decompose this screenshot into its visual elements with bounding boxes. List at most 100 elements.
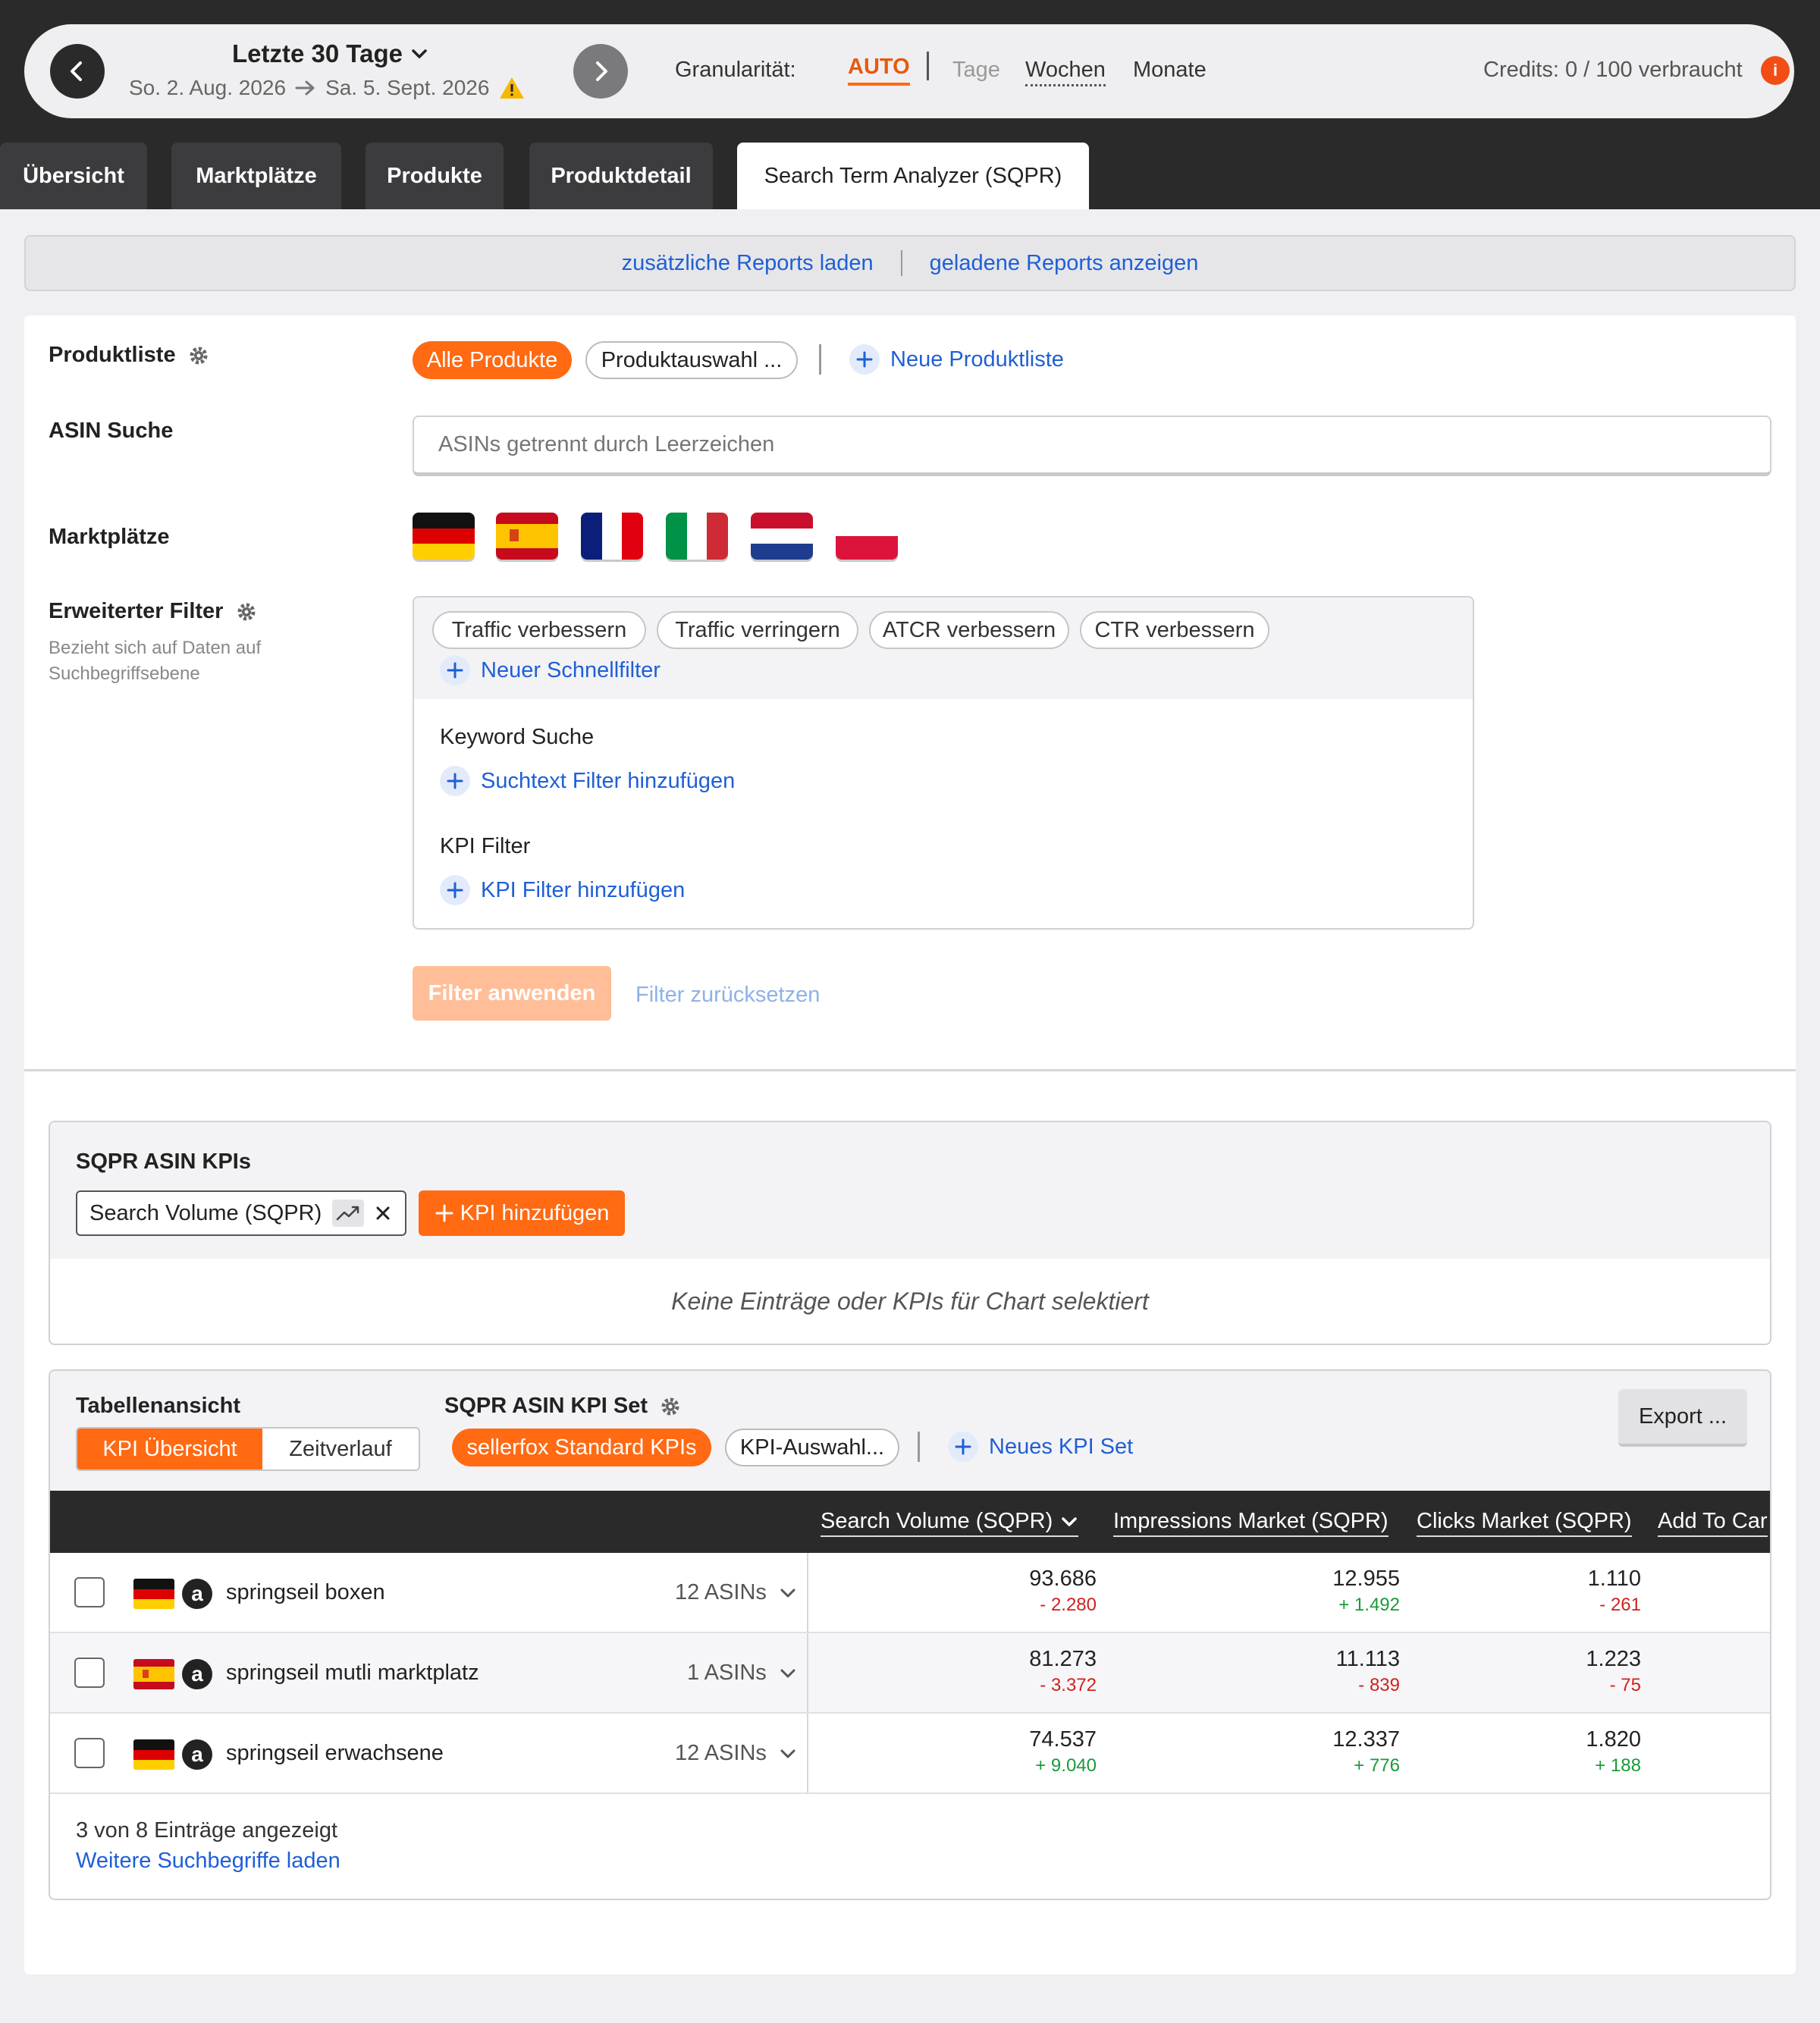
- keyword-search-label: Keyword Suche: [440, 725, 595, 749]
- add-kpi-button[interactable]: KPI hinzufügen: [419, 1190, 625, 1236]
- new-quickfilter-link[interactable]: Neuer Schnellfilter: [440, 655, 661, 685]
- gear-icon[interactable]: [188, 345, 209, 366]
- advanced-filter-label-wrap: Erweiterter Filter: [49, 599, 257, 624]
- kpi-chart-title: SQPR ASIN KPIs: [76, 1150, 251, 1174]
- france-flag-icon: [581, 513, 643, 560]
- granularity-auto[interactable]: AUTO: [848, 55, 910, 86]
- product-select-pill[interactable]: Produktauswahl ...: [585, 341, 798, 379]
- asin-count-toggle[interactable]: 12 ASINs: [675, 1741, 797, 1766]
- impressions-delta: + 776: [1354, 1755, 1400, 1776]
- new-productlist-label: Neue Produktliste: [890, 347, 1064, 372]
- section-divider: [24, 1069, 1796, 1071]
- granularity-separator: [927, 52, 929, 80]
- chevron-down-icon: [780, 1669, 795, 1677]
- search-volume-cell: 81.273 - 3.372: [1029, 1647, 1097, 1696]
- view-kpi-overview[interactable]: KPI Übersicht: [77, 1429, 262, 1469]
- tab-marktplaetze[interactable]: Marktplätze: [171, 143, 341, 209]
- gear-icon[interactable]: [236, 601, 257, 623]
- trend-icon[interactable]: [332, 1200, 365, 1227]
- asin-count-toggle[interactable]: 1 ASINs: [687, 1661, 797, 1686]
- flag-fr-button[interactable]: [581, 513, 643, 560]
- kpiset-select-pill[interactable]: KPI-Auswahl...: [725, 1429, 899, 1466]
- date-range-dropdown[interactable]: Letzte 30 Tage: [232, 39, 428, 68]
- row-checkbox[interactable]: [74, 1658, 105, 1688]
- row-checkbox[interactable]: [74, 1738, 105, 1768]
- granularity-months[interactable]: Monate: [1133, 58, 1207, 83]
- flag-es-button[interactable]: [496, 513, 558, 560]
- search-volume-delta: - 3.372: [1040, 1675, 1097, 1695]
- marketplaces-label: Marktplätze: [49, 525, 170, 549]
- entries-shown-text: 3 von 8 Einträge angezeigt: [76, 1818, 338, 1843]
- add-text-filter-link[interactable]: Suchtext Filter hinzufügen: [440, 766, 735, 796]
- new-quickfilter-label: Neuer Schnellfilter: [481, 657, 661, 682]
- kpi-chip-label: Search Volume (SQPR): [89, 1200, 322, 1225]
- clicks-cell: 1.820 + 188: [1586, 1727, 1641, 1777]
- tab-produkte[interactable]: Produkte: [366, 143, 504, 209]
- clicks-cell: 1.110 - 261: [1588, 1567, 1641, 1616]
- granularity-weeks[interactable]: Wochen: [1025, 58, 1106, 86]
- column-impressions-market[interactable]: Impressions Market (SQPR): [1113, 1509, 1389, 1537]
- flag-it-button[interactable]: [666, 513, 728, 560]
- asin-label: ASIN Suche: [49, 419, 174, 443]
- impressions-delta: + 1.492: [1338, 1595, 1400, 1615]
- arrow-right-icon: [295, 80, 315, 96]
- italy-flag-icon: [666, 513, 728, 560]
- column-clicks-market[interactable]: Clicks Market (SQPR): [1417, 1509, 1632, 1537]
- view-timeline[interactable]: Zeitverlauf: [262, 1429, 419, 1469]
- flag-nl-button[interactable]: [751, 513, 813, 560]
- load-reports-link[interactable]: zusätzliche Reports laden: [622, 251, 874, 276]
- table-row[interactable]: a springseil boxen 12 ASINs 93.686 - 2.2…: [50, 1553, 1770, 1633]
- granularity-days[interactable]: Tage: [952, 58, 1000, 83]
- amazon-icon: a: [182, 1659, 212, 1689]
- show-reports-link[interactable]: geladene Reports anzeigen: [930, 251, 1199, 276]
- new-productlist-link[interactable]: Neue Produktliste: [849, 344, 1064, 375]
- productlist-label-wrap: Produktliste: [49, 343, 209, 368]
- asin-count-toggle[interactable]: 12 ASINs: [675, 1580, 797, 1605]
- germany-flag-icon: [413, 513, 475, 560]
- column-add-to-cart[interactable]: Add To Car: [1658, 1509, 1768, 1537]
- quickfilter-chip[interactable]: Traffic verbessern: [432, 611, 646, 649]
- new-kpiset-link[interactable]: Neues KPI Set: [948, 1432, 1133, 1462]
- reset-filter-link[interactable]: Filter zurücksetzen: [635, 983, 820, 1008]
- amazon-icon: a: [182, 1739, 212, 1770]
- kpi-chart-card: SQPR ASIN KPIs Search Volume (SQPR) KPI …: [49, 1121, 1771, 1345]
- apply-filter-button[interactable]: Filter anwenden: [413, 966, 611, 1021]
- plus-icon: [440, 875, 470, 905]
- row-checkbox[interactable]: [74, 1577, 105, 1607]
- chevron-down-icon: [780, 1749, 795, 1758]
- next-period-button[interactable]: [573, 44, 628, 99]
- previous-period-button[interactable]: [50, 44, 105, 99]
- kpi-chart-empty-text: Keine Einträge oder KPIs für Chart selek…: [671, 1288, 1149, 1315]
- chevron-right-icon: [596, 61, 607, 81]
- kpiset-active-pill[interactable]: sellerfox Standard KPIs: [452, 1429, 711, 1466]
- column-search-volume[interactable]: Search Volume (SQPR): [821, 1509, 1079, 1537]
- quickfilter-chip[interactable]: CTR verbessern: [1080, 611, 1269, 649]
- gear-icon[interactable]: [660, 1396, 681, 1417]
- quickfilter-chip[interactable]: Traffic verringern: [657, 611, 858, 649]
- tab-search-term-analyzer[interactable]: Search Term Analyzer (SQPR): [737, 143, 1089, 209]
- plus-icon: [435, 1204, 453, 1222]
- flag-pl-button[interactable]: [836, 513, 898, 560]
- table-row[interactable]: a springseil erwachsene 12 ASINs 74.537 …: [50, 1714, 1770, 1794]
- all-products-pill[interactable]: Alle Produkte: [413, 341, 572, 379]
- kpi-chip[interactable]: Search Volume (SQPR): [76, 1190, 406, 1236]
- add-kpi-filter-link[interactable]: KPI Filter hinzufügen: [440, 875, 685, 905]
- export-button[interactable]: Export ...: [1618, 1389, 1747, 1447]
- tab-produktdetail[interactable]: Produktdetail: [529, 143, 713, 209]
- table-row[interactable]: a springseil mutli marktplatz 1 ASINs 81…: [50, 1633, 1770, 1714]
- quickfilter-chip[interactable]: ATCR verbessern: [869, 611, 1069, 649]
- flag-de-button[interactable]: [413, 513, 475, 560]
- search-volume-cell: 93.686 - 2.280: [1029, 1567, 1097, 1616]
- poland-flag-icon: [836, 513, 898, 560]
- clicks-delta: - 261: [1599, 1595, 1641, 1615]
- load-more-terms-link[interactable]: Weitere Suchbegriffe laden: [76, 1849, 340, 1874]
- clicks-value: 1.820: [1586, 1727, 1641, 1752]
- close-icon[interactable]: [375, 1205, 391, 1222]
- kpiset-separator: [918, 1432, 920, 1462]
- asin-search-input[interactable]: [413, 416, 1771, 476]
- date-range-title: Letzte 30 Tage: [232, 39, 403, 67]
- search-volume-delta: + 9.040: [1035, 1755, 1097, 1776]
- tab-uebersicht[interactable]: Übersicht: [0, 143, 147, 209]
- search-volume-cell: 74.537 + 9.040: [1029, 1727, 1097, 1777]
- info-icon[interactable]: i: [1761, 56, 1790, 85]
